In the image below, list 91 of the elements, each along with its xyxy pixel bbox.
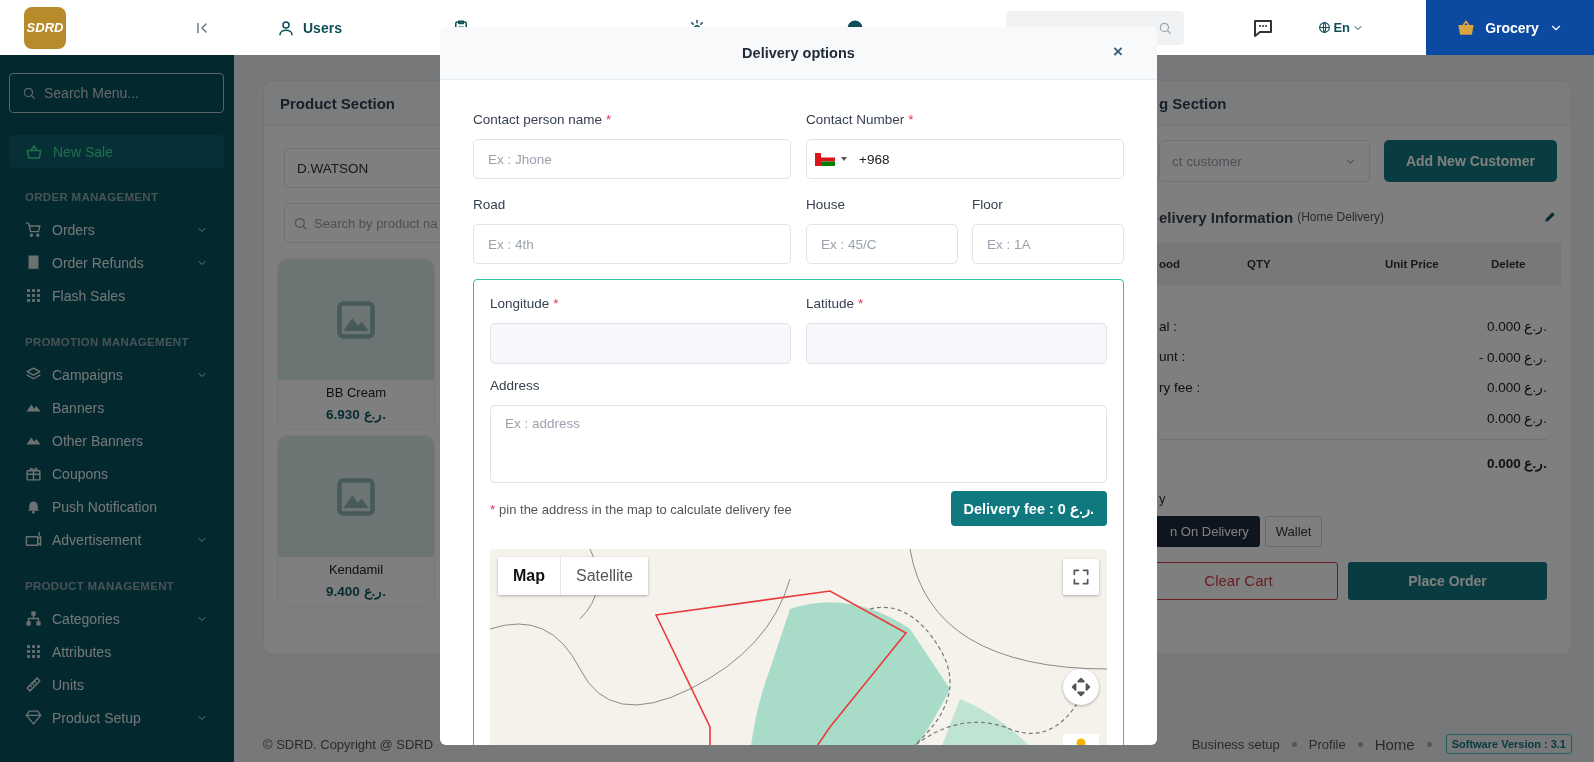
field-label: House [806, 197, 847, 213]
delivery-type: (Home Delivery) [1297, 210, 1385, 224]
user-icon [277, 18, 295, 37]
modal-title: Delivery options [742, 45, 855, 61]
phone-field[interactable]: +968 [806, 139, 1124, 179]
logo: SDRD [24, 6, 66, 49]
grid-icon [25, 287, 42, 304]
input-field[interactable]: Ex : 1A [972, 224, 1124, 264]
store-selector[interactable]: Grocery [1426, 0, 1594, 55]
copyright-text: © SDRD. Copyright @ SDRD [263, 736, 434, 752]
payment-label: y [1159, 490, 1167, 506]
globe-icon [1318, 21, 1332, 34]
fullscreen-button[interactable] [1063, 559, 1099, 595]
field-label: Road [473, 197, 507, 213]
nav-link[interactable]: Users [277, 18, 342, 37]
menu-item[interactable]: New Sale [9, 135, 224, 168]
section-heading: PROMOTION MANAGEMENT [24, 336, 190, 348]
delivery-fee-button[interactable]: Delivery fee : 0 ر.ع. [950, 491, 1107, 526]
footer-link[interactable]: Home [1374, 735, 1415, 753]
menu-item[interactable]: Advertisement [9, 523, 224, 556]
edit-icon[interactable] [1543, 210, 1557, 224]
map-hint: * pin the address in the map to calculate delivery fee [490, 502, 792, 517]
search-icon [293, 215, 308, 231]
flag-icon [815, 152, 835, 166]
product-price: 9.400 ر.ع. [325, 583, 387, 599]
field-label: Longitude * [490, 296, 560, 312]
tree-icon [25, 610, 42, 627]
column-header: Unit Price [1385, 258, 1440, 270]
caret-icon [841, 157, 847, 161]
menu-item[interactable]: Push Notification [9, 490, 224, 523]
input-field[interactable] [806, 323, 1107, 364]
column-header: ood [1159, 258, 1182, 270]
address-field[interactable]: Ex : address [490, 405, 1107, 483]
input-field[interactable]: Ex : 45/C [806, 224, 958, 264]
product-price: 6.930 ر.ع. [325, 406, 387, 422]
total-value: 0.000 ر.ع. [1486, 455, 1547, 472]
field-label: Latitude * [806, 296, 865, 312]
menu-item[interactable]: Orders [9, 213, 224, 246]
column-header: QTY [1247, 258, 1272, 270]
summary-value: - 0.000 ر.ع. [1478, 348, 1547, 365]
product-name: Kendamil [328, 562, 384, 577]
fullscreen-icon [1071, 567, 1091, 587]
payment-option[interactable]: Wallet [1264, 515, 1323, 547]
menu-item[interactable]: Order Refunds [9, 246, 224, 279]
product-name: BB Cream [326, 385, 386, 400]
basket-icon [25, 142, 43, 161]
menu-item[interactable]: Banners [9, 391, 224, 424]
column-header: Delete [1491, 258, 1527, 270]
menu-item[interactable]: Other Banners [9, 424, 224, 457]
input-field[interactable]: Ex : Jhone [473, 139, 791, 179]
footer-link[interactable]: Business setup [1191, 736, 1280, 752]
ruler-icon [25, 676, 42, 693]
version-badge: Software Version : 3.1 [1445, 734, 1572, 754]
field-label: Floor [972, 197, 1004, 213]
place-order-button[interactable]: Place Order [1348, 561, 1547, 600]
delivery-title: elivery Information [1159, 208, 1294, 226]
section-heading: PRODUCT MANAGEMENT [24, 580, 176, 592]
diamond-icon [25, 709, 42, 726]
close-button[interactable]: × [1109, 42, 1127, 62]
cart-icon [25, 221, 42, 238]
arrows-icon [1070, 676, 1092, 698]
summary-label: ry fee : [1159, 379, 1201, 395]
map-type-tab[interactable]: Map [498, 557, 560, 595]
search-icon [22, 86, 36, 100]
menu-item[interactable]: Coupons [9, 457, 224, 490]
gift-icon [25, 465, 42, 482]
basket-icon [1457, 18, 1476, 37]
search-icon [1158, 20, 1173, 35]
menu-item[interactable]: Categories [9, 602, 224, 635]
field-label: Address [490, 378, 541, 394]
map-type-tab[interactable]: Satellite [560, 557, 648, 595]
menu-item[interactable]: Units [9, 668, 224, 701]
grid-icon [25, 643, 42, 660]
section-heading: ORDER MANAGEMENT [24, 191, 160, 203]
summary-label: al : [1159, 318, 1177, 334]
search-menu-field[interactable]: Search Menu... [9, 73, 224, 113]
menu-item[interactable]: Flash Sales [9, 279, 224, 312]
menu-item[interactable]: Attributes [9, 635, 224, 668]
summary-value: 0.000 ر.ع. [1486, 318, 1547, 335]
footer-link[interactable]: Profile [1308, 736, 1346, 752]
summary-label: unt : [1159, 349, 1186, 365]
field-label: Contact Number * [806, 112, 915, 128]
menu-item[interactable]: Campaigns [9, 358, 224, 391]
menu-item[interactable]: Product Setup [9, 701, 224, 734]
summary-value: 0.000 ر.ع. [1486, 379, 1547, 396]
add-customer-button[interactable]: Add New Customer [1383, 140, 1557, 182]
input-field[interactable]: Ex : 4th [473, 224, 791, 264]
language-selector[interactable]: En [1312, 19, 1370, 36]
summary-value: 0.000 ر.ع. [1486, 409, 1547, 426]
field-label: Contact person name * [473, 112, 613, 128]
input-field[interactable] [490, 323, 791, 364]
